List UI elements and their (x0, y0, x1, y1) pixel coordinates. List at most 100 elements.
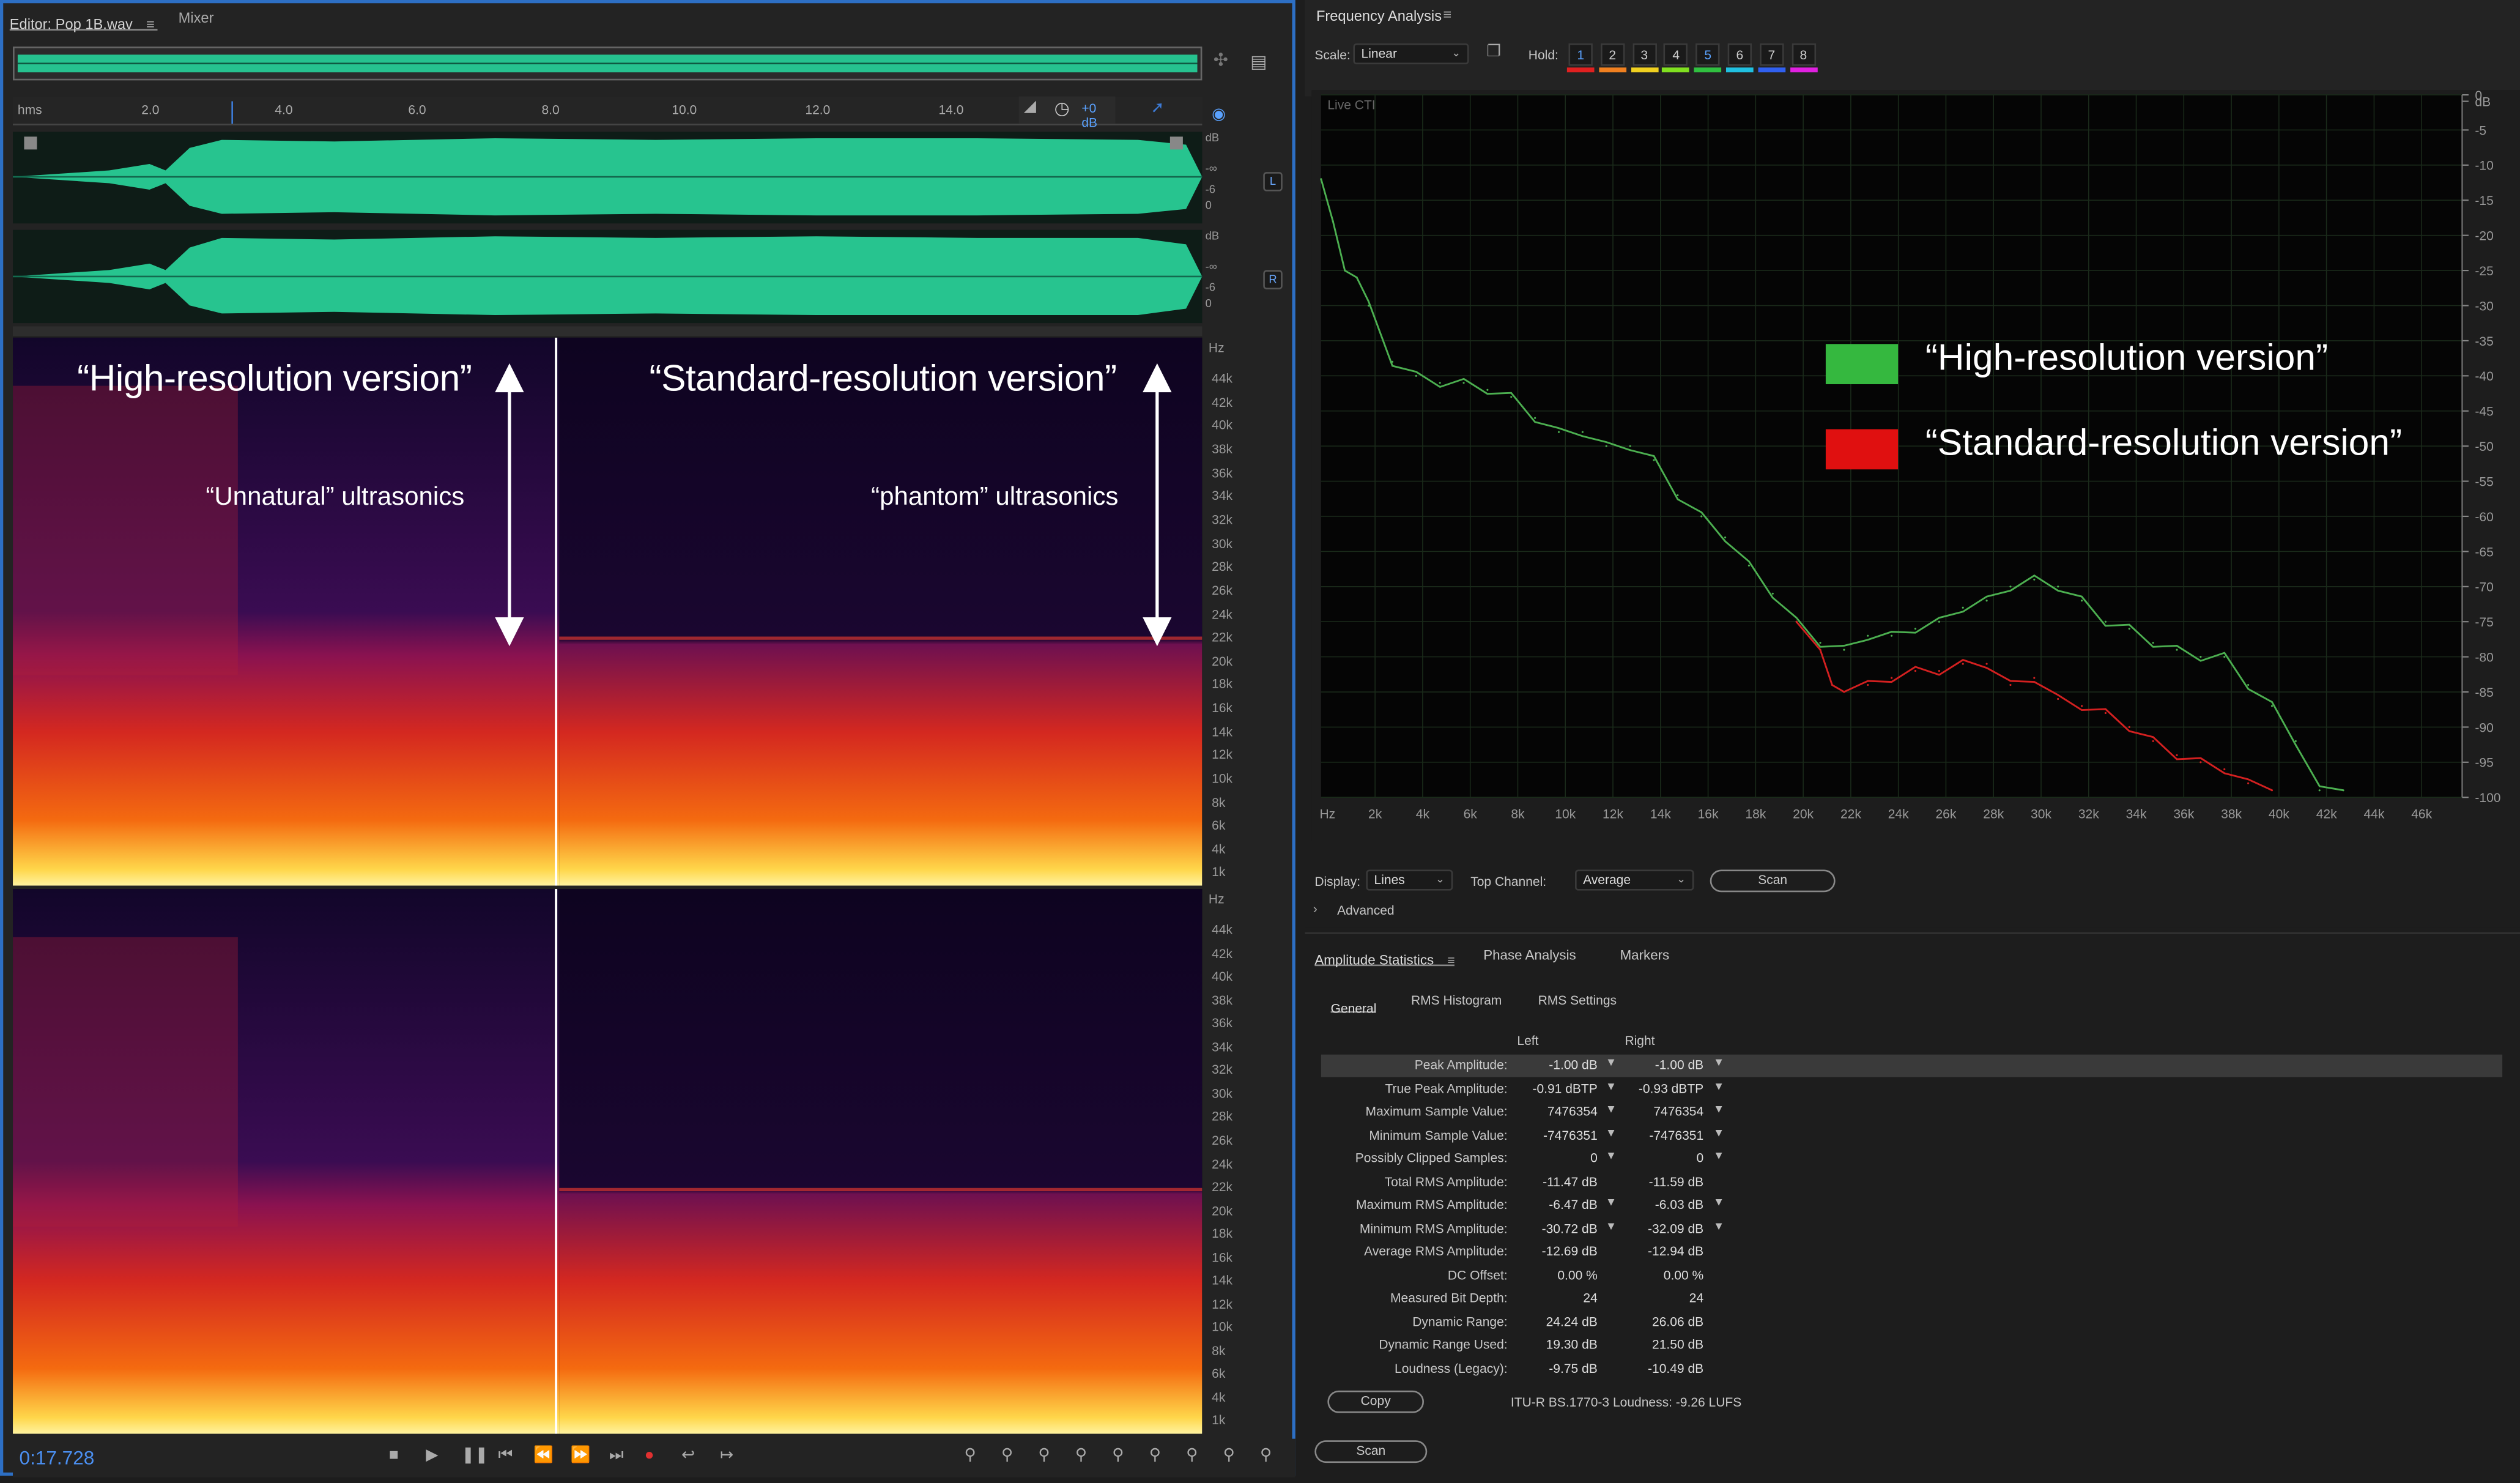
hold-button-6[interactable]: 6 (1727, 43, 1752, 66)
goto-marker-icon[interactable]: ▼ (1606, 1058, 1617, 1069)
table-row[interactable]: Total RMS Amplitude: -11.47 dB -11.59 dB (1321, 1171, 2502, 1194)
chevron-right-icon[interactable]: › (1313, 902, 1317, 916)
panel-menu-icon[interactable]: ≡ (1443, 7, 1452, 23)
spectral-divider[interactable] (13, 326, 1203, 336)
goto-marker-icon[interactable]: ▼ (1606, 1198, 1617, 1209)
subtab-rms-settings[interactable]: RMS Settings (1538, 994, 1617, 1008)
zoom-selection-icon[interactable]: ⚲ (1112, 1447, 1124, 1465)
zoom-full-icon[interactable]: ⚲ (1223, 1447, 1235, 1465)
goto-marker-icon[interactable]: ▼ (1713, 1198, 1724, 1209)
rewind-icon[interactable]: ⏪ (533, 1447, 554, 1465)
zoom-in-time-icon[interactable]: ⚲ (1038, 1447, 1050, 1465)
tab-editor[interactable]: Editor: Pop 1B.wav ≡ (9, 8, 158, 32)
hold-button-7[interactable]: 7 (1759, 43, 1784, 66)
pause-icon[interactable]: ❚❚ (461, 1447, 488, 1465)
top-channel-select[interactable]: Average ⌄ (1574, 869, 1694, 891)
zoom-left-icon[interactable]: ⚲ (1149, 1447, 1161, 1465)
table-row[interactable]: Minimum Sample Value: -7476351 -7476351 ▼ ▼ (1321, 1124, 2502, 1147)
scan-amplitude-button[interactable]: Scan (1314, 1440, 1428, 1463)
fade-in-handle[interactable] (24, 136, 37, 150)
hold-button-5[interactable]: 5 (1695, 43, 1720, 66)
channel-right-toggle[interactable]: R (1263, 270, 1283, 289)
goto-marker-icon[interactable]: ▼ (1606, 1128, 1617, 1139)
list-view-icon[interactable]: ▤ (1250, 51, 1267, 73)
table-row[interactable]: Minimum RMS Amplitude: -30.72 dB -32.09 dB… (1321, 1217, 2502, 1240)
table-row[interactable]: Possibly Clipped Samples: 0 0 ▼ ▼ (1321, 1148, 2502, 1170)
hud-gain[interactable]: ◢ ◷ +0 dB (1018, 96, 1116, 130)
frequency-graph[interactable]: Hz 2k 4k 6k 8k 10k 12k 14k 16k 18k 20k 22k 24k 26k 28k… (1311, 89, 2520, 841)
go-start-icon[interactable]: ⏮ (498, 1447, 513, 1465)
time-ruler[interactable]: hms 2.0 4.0 6.0 8.0 10.0 12.0 14.0 ◢ ◷ +… (13, 96, 1203, 130)
display-select[interactable]: Lines ⌄ (1366, 869, 1453, 891)
time-display[interactable]: 0:17.728 (20, 1447, 95, 1470)
goto-marker-icon[interactable]: ▼ (1606, 1151, 1617, 1162)
tab-phase-analysis[interactable]: Phase Analysis (1483, 947, 1576, 963)
spectrogram-left-graphic (13, 337, 1203, 886)
panel-menu-icon[interactable]: ≡ (146, 16, 155, 32)
goto-marker-icon[interactable]: ▼ (1713, 1221, 1724, 1232)
goto-marker-icon[interactable]: ▼ (1713, 1104, 1724, 1115)
goto-marker-icon[interactable]: ▼ (1713, 1058, 1724, 1069)
copy-button[interactable]: Copy (1327, 1390, 1425, 1413)
table-row[interactable]: Loudness (Legacy): -9.75 dB -10.49 dB (1321, 1358, 2502, 1380)
table-row[interactable]: Dynamic Range: 24.24 dB 26.06 dB (1321, 1311, 2502, 1334)
stat-left-value: -30.72 dB (1541, 1221, 1598, 1236)
x-tick-label: 42k (2316, 807, 2337, 821)
goto-marker-icon[interactable]: ▼ (1713, 1128, 1724, 1139)
table-row[interactable]: Peak Amplitude: -1.00 dB -1.00 dB ▼ ▼ (1321, 1054, 2503, 1077)
pin-icon[interactable]: ➚ (1151, 100, 1164, 117)
data-point (2247, 782, 2250, 784)
panel-menu-icon[interactable]: ≡ (1447, 953, 1455, 968)
table-row[interactable]: Measured Bit Depth: 24 24 (1321, 1288, 2502, 1310)
tab-markers[interactable]: Markers (1620, 947, 1670, 963)
overview-waveform[interactable] (13, 46, 1203, 81)
table-row[interactable]: Maximum Sample Value: 7476354 7476354 ▼ ▼ (1321, 1101, 2502, 1124)
record-icon[interactable]: ● (645, 1447, 654, 1465)
waveform-left[interactable] (13, 132, 1203, 224)
goto-marker-icon[interactable]: ▼ (1606, 1221, 1617, 1232)
table-row[interactable]: True Peak Amplitude: -0.91 dBTP -0.93 dBTP… (1321, 1078, 2502, 1101)
headphone-icon[interactable]: ◉ (1212, 106, 1226, 124)
table-row[interactable]: Dynamic Range Used: 19.30 dB 21.50 dB (1321, 1334, 2502, 1357)
hold-button-4[interactable]: 4 (1664, 43, 1688, 66)
goto-marker-icon[interactable]: ▼ (1606, 1104, 1617, 1115)
hold-button-2[interactable]: 2 (1600, 43, 1625, 66)
zoom-out-time-icon[interactable]: ⚲ (1075, 1447, 1087, 1465)
stop-icon[interactable]: ■ (389, 1447, 399, 1465)
spectrogram-right[interactable] (13, 889, 1203, 1434)
scale-select[interactable]: Linear ⌄ (1353, 43, 1469, 65)
spectrogram-left[interactable] (13, 337, 1203, 886)
subtab-general[interactable]: General (1330, 992, 1377, 1016)
goto-marker-icon[interactable]: ▼ (1606, 1081, 1617, 1092)
advanced-toggle[interactable]: Advanced (1337, 904, 1395, 918)
hold-button-8[interactable]: 8 (1791, 43, 1816, 66)
hold-button-3[interactable]: 3 (1632, 43, 1656, 66)
zoom-out-amp-icon[interactable]: ⚲ (1001, 1447, 1013, 1465)
table-row[interactable]: Average RMS Amplitude: -12.69 dB -12.94 dB (1321, 1241, 2502, 1263)
channel-left-toggle[interactable]: L (1263, 172, 1283, 191)
table-row[interactable]: DC Offset: 0.00 % 0.00 % (1321, 1265, 2502, 1287)
tab-amplitude-statistics[interactable]: Amplitude Statistics ≡ (1314, 943, 1455, 968)
waveform-right[interactable] (13, 229, 1203, 324)
zoom-right-icon[interactable]: ⚲ (1186, 1447, 1198, 1465)
stat-label: Peak Amplitude: (1414, 1057, 1508, 1072)
table-row[interactable]: Maximum RMS Amplitude: -6.47 dB -6.03 dB ▼ ▼ (1321, 1194, 2502, 1217)
go-end-icon[interactable]: ⏭ (609, 1447, 624, 1465)
zoom-in-amp-icon[interactable]: ⚲ (965, 1447, 976, 1465)
fast-forward-icon[interactable]: ⏩ (571, 1447, 591, 1465)
goto-marker-icon[interactable]: ▼ (1713, 1151, 1724, 1162)
playhead-marker[interactable] (231, 101, 233, 124)
gain-knob-icon[interactable]: ◷ (1054, 98, 1070, 119)
skip-icon[interactable]: ↦ (720, 1447, 733, 1465)
loop-icon[interactable]: ↩ (681, 1447, 695, 1465)
goto-marker-icon[interactable]: ▼ (1713, 1081, 1724, 1092)
copy-hold-icon[interactable]: ❐ (1486, 43, 1501, 61)
scan-frequency-button[interactable]: Scan (1710, 869, 1836, 893)
zoom-navigator-icon[interactable]: ✣ (1214, 50, 1228, 71)
play-icon[interactable]: ▶ (426, 1447, 438, 1465)
tab-mixer[interactable]: Mixer (179, 10, 214, 26)
subtab-rms-histogram[interactable]: RMS Histogram (1411, 994, 1502, 1008)
fade-out-handle[interactable] (1169, 136, 1183, 150)
hold-button-1[interactable]: 1 (1568, 43, 1593, 66)
zoom-reset-icon[interactable]: ⚲ (1260, 1447, 1272, 1465)
